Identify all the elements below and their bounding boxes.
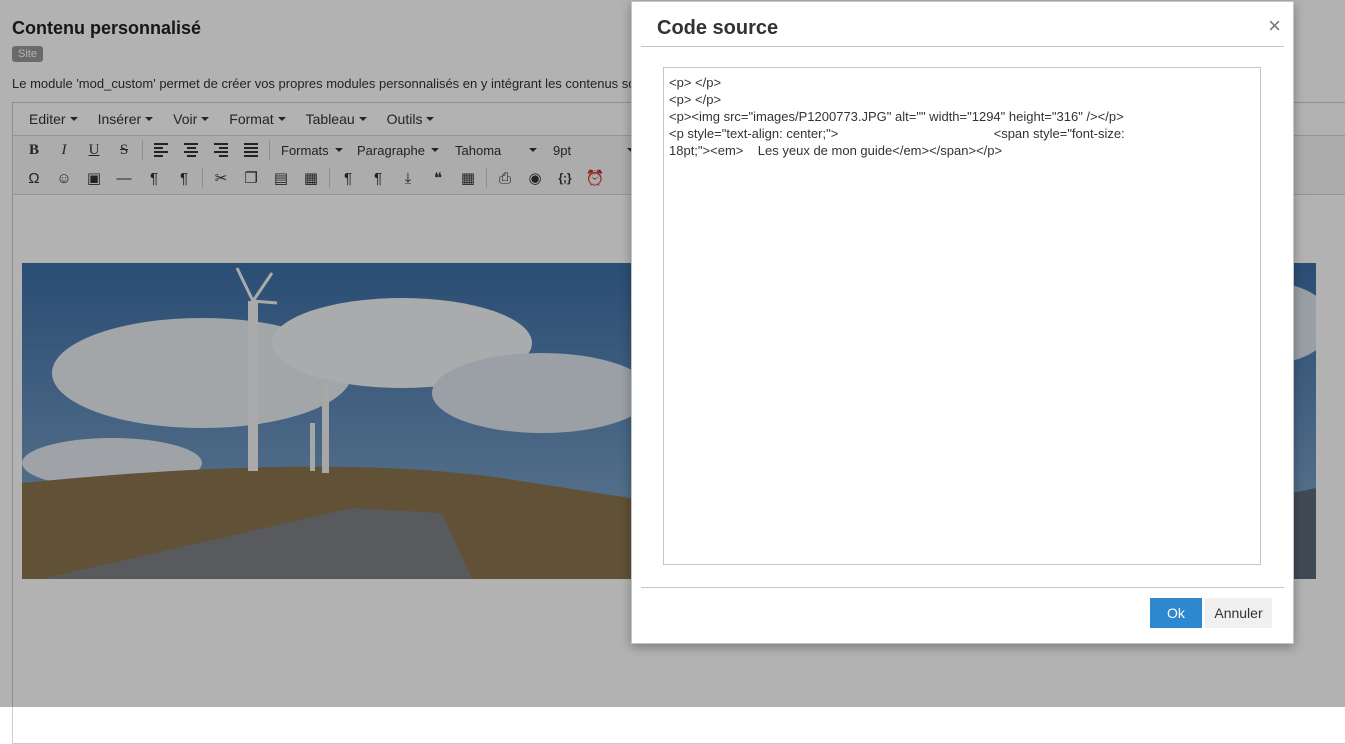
ok-button[interactable]: Ok <box>1150 598 1202 628</box>
code-line: 18pt;"><em> Les yeux de mon guide</em></… <box>669 143 1003 158</box>
code-line: <p> </p> <box>669 92 722 107</box>
code-line: <p style="text-align: center;"> <span st… <box>669 126 1125 141</box>
code-line: <p> </p> <box>669 75 722 90</box>
close-icon[interactable]: × <box>1268 14 1281 38</box>
dialog-header-divider <box>641 46 1284 47</box>
cancel-button[interactable]: Annuler <box>1205 598 1272 628</box>
source-code-textarea[interactable]: <p> </p> <p> </p> <p><img src="images/P1… <box>663 67 1261 565</box>
source-code-dialog: Code source × <p> </p> <p> </p> <p><img … <box>631 1 1294 644</box>
dialog-title: Code source <box>657 17 779 39</box>
dialog-footer-divider <box>641 587 1284 588</box>
code-line: <p><img src="images/P1200773.JPG" alt=""… <box>669 109 1124 124</box>
